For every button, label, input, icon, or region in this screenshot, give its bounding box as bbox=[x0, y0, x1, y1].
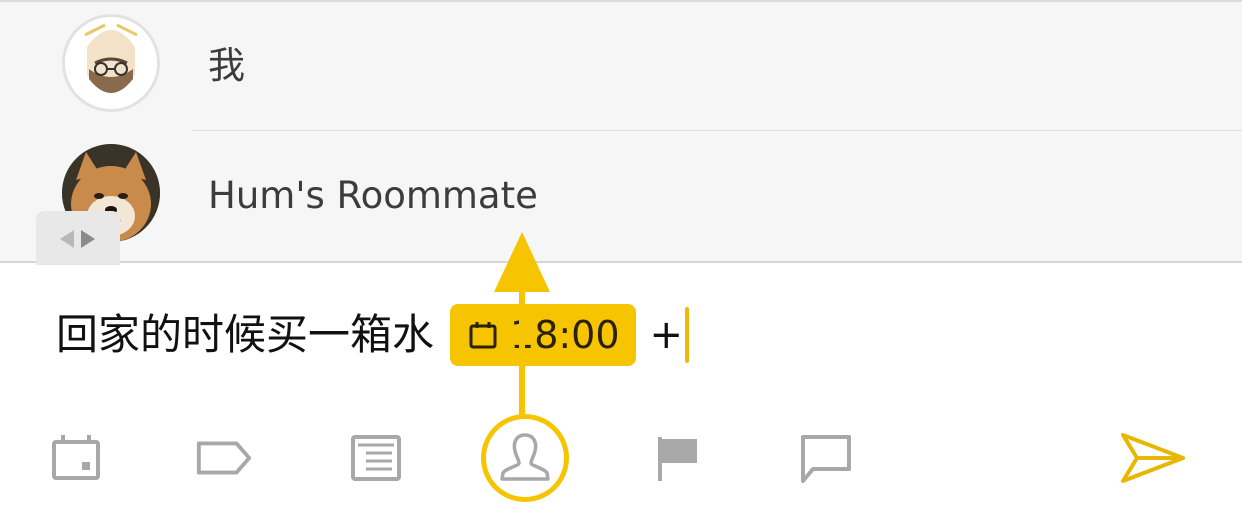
comment-button[interactable] bbox=[796, 428, 856, 488]
due-time-label: 18:00 bbox=[510, 313, 620, 357]
contact-name-hums-roommate: Hum's Roommate bbox=[208, 174, 538, 217]
list-button[interactable] bbox=[346, 428, 406, 488]
send-button[interactable] bbox=[1118, 428, 1188, 488]
typed-plus-symbol: + bbox=[649, 312, 684, 358]
due-date-chip[interactable]: 18:00 bbox=[450, 304, 636, 366]
contact-name-me: 我 bbox=[208, 44, 245, 87]
list-icon bbox=[351, 435, 401, 481]
highlight-ring bbox=[481, 414, 569, 502]
cartoon-face-avatar bbox=[62, 14, 160, 112]
left-right-arrows-icon bbox=[60, 230, 95, 248]
contact-row-me[interactable]: 我 bbox=[0, 2, 1242, 130]
task-compose-field[interactable]: 回家的时候买一箱水 18:00 + bbox=[56, 300, 690, 370]
flag-button[interactable] bbox=[646, 428, 706, 488]
contact-row-hums-roommate[interactable]: Hum's Roommate bbox=[0, 130, 1242, 258]
tag-icon bbox=[196, 441, 252, 475]
send-icon bbox=[1121, 433, 1185, 483]
task-text: 回家的时候买一箱水 bbox=[56, 310, 435, 359]
calendar-icon bbox=[469, 322, 497, 349]
calendar-icon bbox=[52, 435, 100, 480]
tag-button[interactable] bbox=[194, 428, 254, 488]
contact-suggestion-panel: 我 Hum's Roommate bbox=[0, 0, 1242, 265]
flag-icon bbox=[658, 437, 697, 481]
compose-toolbar bbox=[0, 400, 1242, 522]
comment-icon bbox=[801, 435, 851, 483]
date-button[interactable] bbox=[46, 428, 106, 488]
text-cursor bbox=[685, 307, 690, 363]
panel-collapse-handle[interactable] bbox=[36, 211, 120, 265]
